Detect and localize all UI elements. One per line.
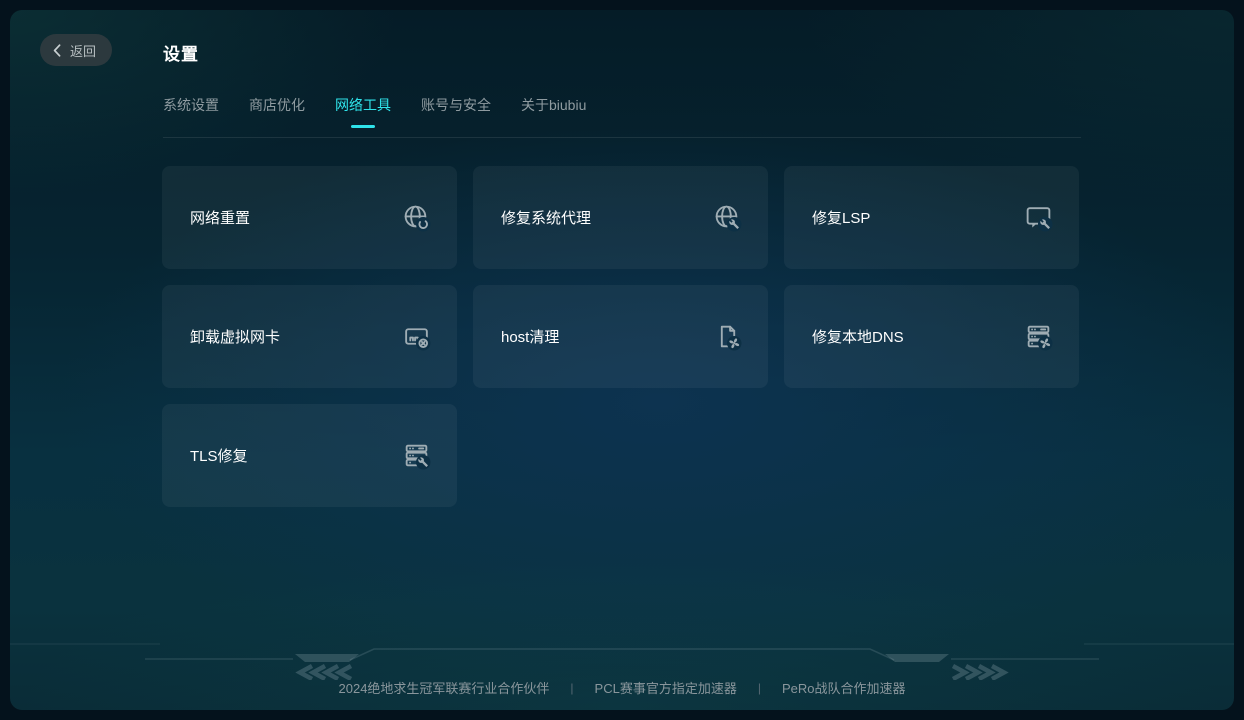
tab-label: 账号与安全 (421, 97, 491, 113)
tab-label: 商店优化 (249, 97, 305, 113)
settings-tabs: 系统设置 商店优化 网络工具 账号与安全 关于biubiu (163, 95, 586, 128)
globe-wrench-icon (713, 203, 742, 232)
tool-card-fix-system-proxy[interactable]: 修复系统代理 (473, 166, 768, 269)
tab-label: 网络工具 (335, 97, 391, 113)
tool-card-tls-repair[interactable]: TLS修复 (162, 404, 457, 507)
display-wrench-icon (1024, 203, 1053, 232)
tool-card-network-reset[interactable]: 网络重置 (162, 166, 457, 269)
settings-panel: 返回 设置 系统设置 商店优化 网络工具 账号与安全 关于biubiu 网络重置… (10, 10, 1234, 710)
server-wrench-icon (402, 441, 431, 470)
footer-separator: | (570, 681, 573, 695)
server-fan-icon (1024, 322, 1053, 351)
tool-card-fix-local-dns[interactable]: 修复本地DNS (784, 285, 1079, 388)
tool-card-host-clean[interactable]: host清理 (473, 285, 768, 388)
back-chevron-icon (53, 44, 61, 57)
adapter-remove-icon (402, 322, 431, 351)
tool-card-label: host清理 (501, 326, 559, 347)
footer-partner: PeRo战队合作加速器 (782, 678, 906, 697)
globe-reset-icon (402, 203, 431, 232)
tool-card-fix-lsp[interactable]: 修复LSP (784, 166, 1079, 269)
tab-account-security[interactable]: 账号与安全 (421, 95, 491, 128)
back-label: 返回 (70, 41, 96, 60)
tool-card-uninstall-virtual-adapter[interactable]: 卸载虚拟网卡 (162, 285, 457, 388)
tool-card-label: 卸载虚拟网卡 (190, 326, 280, 347)
tool-card-label: TLS修复 (190, 445, 248, 466)
tool-card-label: 修复系统代理 (501, 207, 591, 228)
footer-partner: PCL赛事官方指定加速器 (595, 678, 737, 697)
footer-decoration (10, 640, 1234, 680)
tabs-divider (163, 137, 1081, 138)
footer-separator: | (758, 681, 761, 695)
tool-card-label: 修复本地DNS (812, 326, 904, 347)
tab-label: 关于biubiu (521, 97, 586, 113)
tool-card-label: 修复LSP (812, 207, 870, 228)
tab-label: 系统设置 (163, 97, 219, 113)
tab-store-optimization[interactable]: 商店优化 (249, 95, 305, 128)
tool-card-label: 网络重置 (190, 207, 250, 228)
tab-network-tools[interactable]: 网络工具 (335, 95, 391, 128)
footer-partner: 2024绝地求生冠军联赛行业合作伙伴 (339, 678, 550, 697)
document-fan-icon (713, 322, 742, 351)
back-button[interactable]: 返回 (40, 34, 112, 66)
tab-about-biubiu[interactable]: 关于biubiu (521, 95, 586, 128)
page-title: 设置 (163, 40, 199, 65)
tools-grid: 网络重置 修复系统代理 修复LSP 卸载虚拟网卡 host清理 修复本地DNS … (162, 166, 1079, 507)
tab-system-settings[interactable]: 系统设置 (163, 95, 219, 128)
footer-partners: 2024绝地求生冠军联赛行业合作伙伴 | PCL赛事官方指定加速器 | PeRo战队合作… (10, 678, 1234, 697)
